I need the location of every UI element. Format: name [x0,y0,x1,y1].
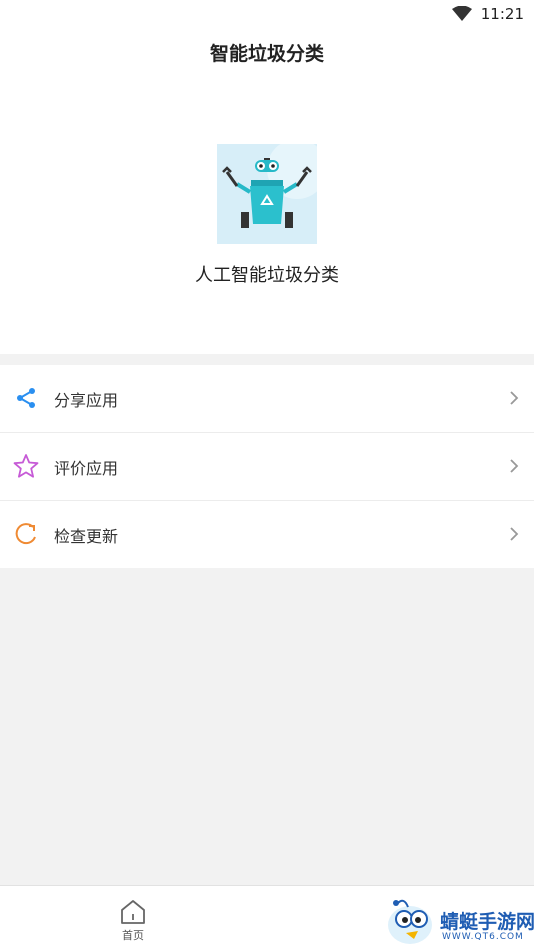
star-icon [13,454,39,478]
page-title: 智能垃圾分类 [209,42,324,65]
check-update-label: 检查更新 [54,526,119,546]
check-update-item[interactable]: 检查更新 [0,501,534,568]
chevron-right-icon [510,459,519,473]
refresh-icon [15,523,36,545]
mascot-logo [388,899,432,944]
settings-menu: 分享应用 评价应用 检查更新 [0,365,534,568]
status-time: 11:21 [480,5,524,23]
nav-home-label: 首页 [122,929,144,942]
share-icon [17,388,35,408]
nav-home[interactable]: 首页 [110,896,156,946]
share-app-item[interactable]: 分享应用 [0,365,534,433]
rate-app-item[interactable]: 评价应用 [0,433,534,501]
chevron-right-icon [510,391,519,405]
watermark-url: WWW.QT6.COM [442,932,524,942]
chevron-right-icon [510,527,519,541]
status-bar: 11:21 [0,0,534,28]
app-info-section: 人工智能垃圾分类 [0,76,534,354]
title-bar: 智能垃圾分类 [0,28,534,76]
share-app-label: 分享应用 [54,390,119,410]
watermark: 蜻蜓手游网 WWW.QT6.COM [384,895,534,947]
robot-trash-bin-logo [217,144,317,244]
home-icon [121,900,145,924]
rate-app-label: 评价应用 [54,458,119,478]
app-name: 人工智能垃圾分类 [195,265,339,286]
wifi-icon [452,6,472,21]
watermark-text: 蜻蜓手游网 [440,911,534,933]
